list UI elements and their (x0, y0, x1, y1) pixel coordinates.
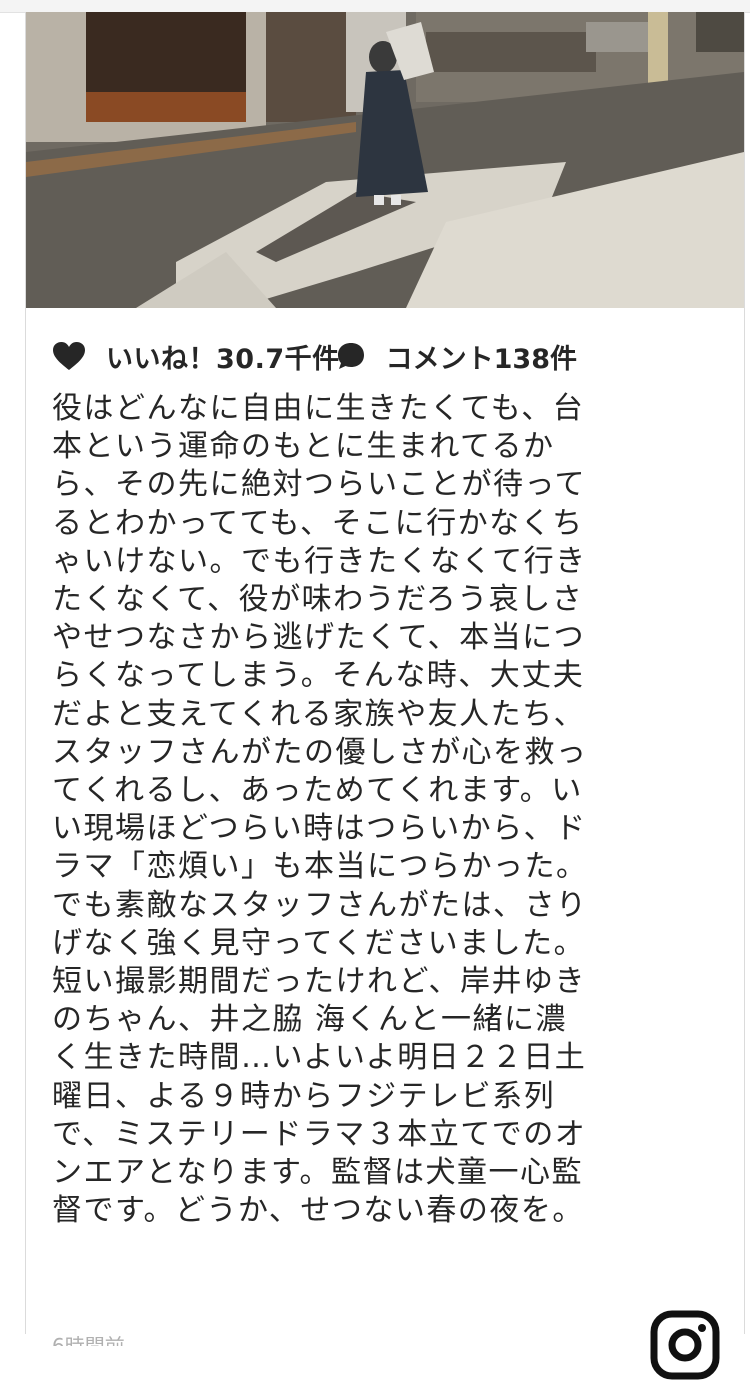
caption-line: 曜日、よる９時からフジテレビ系列 (52, 1078, 556, 1114)
caption-line: く生きた時間…いよいよ明日２２日土 (52, 1040, 587, 1076)
caption-line: い現場ほどつらい時はつらいから、ド (52, 811, 587, 847)
caption-line: やせつなさから逃げたくて、本当につ (52, 620, 586, 656)
instagram-post-card: いいね！30.7千件 コメント138件 役はどんなに自由に生きたくても、台 本と… (25, 12, 745, 1380)
post-photo[interactable] (26, 12, 744, 308)
caption-line: でも素敵なスタッフさんがたは、さり (52, 887, 588, 923)
instagram-icon[interactable] (650, 1310, 720, 1380)
caption-line: げなく強く見守ってくださいました。 (52, 925, 586, 961)
caption-line: 本という運命のもとに生まれてるか (52, 429, 555, 465)
caption-line: スタッフさんがたの優しさが心を救っ (52, 734, 588, 770)
heart-icon[interactable] (52, 341, 86, 371)
post-photo-illustration (26, 12, 744, 308)
caption-line: ンエアとなります。監督は犬童一心監 (52, 1155, 583, 1191)
caption-line: てくれるし、あっためてくれます。い (52, 773, 583, 809)
post-stats-bar: いいね！30.7千件 コメント138件 (52, 334, 577, 378)
caption-line: 督です。どうか、せつない春の夜を。 (52, 1193, 584, 1229)
caption-line: のちゃん、井之脇 海くんと一緒に濃 (52, 1002, 568, 1038)
caption-line: ゃいけない。でも行きたくなくて行き (52, 543, 587, 579)
caption-line: らくなってしまう。そんな時、大丈夫 (52, 658, 585, 694)
caption-line: 短い撮影期間だったけれど、岸井ゆき (52, 964, 586, 1000)
comments-count[interactable]: コメント138件 (386, 337, 577, 376)
likes-count[interactable]: いいね！30.7千件 (106, 337, 340, 376)
post-caption: 役はどんなに自由に生きたくても、台 本という運命のもとに生まれてるか ら、その先… (52, 390, 652, 1230)
caption-line: たくなくて、役が味わうだろう哀しさ (52, 582, 584, 618)
caption-line: 役はどんなに自由に生きたくても、台 (52, 391, 585, 426)
caption-line: るとわかってても、そこに行かなくち (52, 505, 584, 541)
comment-bubble-icon[interactable] (336, 341, 366, 371)
caption-line: ら、その先に絶対つらいことが待って (52, 467, 586, 503)
caption-line: ラマ「恋煩い」も本当につらかった。 (52, 849, 588, 885)
caption-line: だよと支えてくれる家族や友人たち、 (52, 696, 586, 732)
post-timestamp: 6時間前 (52, 1334, 125, 1346)
caption-line: で、ミステリードラマ３本立てでのオ (52, 1116, 587, 1152)
